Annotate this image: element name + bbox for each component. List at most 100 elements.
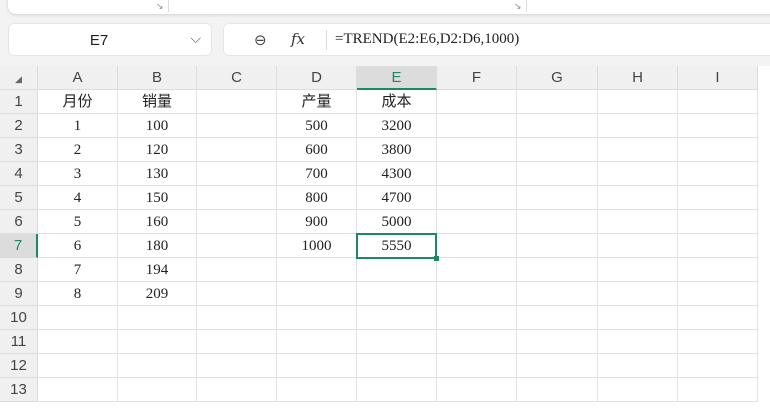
cell-E4[interactable]: 4300 xyxy=(357,162,437,186)
select-all-button[interactable]: ◢ xyxy=(0,66,38,90)
row-header-6[interactable]: 6 xyxy=(0,210,38,234)
column-header-H[interactable]: H xyxy=(598,66,678,90)
cell-A5[interactable]: 4 xyxy=(38,186,118,210)
cell-I12[interactable] xyxy=(678,354,758,378)
expand-icon[interactable]: ↘ xyxy=(514,1,522,12)
cell-D4[interactable]: 700 xyxy=(277,162,357,186)
cell-G4[interactable] xyxy=(517,162,598,186)
cell-H9[interactable] xyxy=(598,282,678,306)
cell-G11[interactable] xyxy=(517,330,598,354)
cell-B10[interactable] xyxy=(118,306,197,330)
cell-B3[interactable]: 120 xyxy=(118,138,197,162)
cell-C2[interactable] xyxy=(197,114,277,138)
cell-A6[interactable]: 5 xyxy=(38,210,118,234)
cell-G8[interactable] xyxy=(517,258,598,282)
cell-G13[interactable] xyxy=(517,378,598,402)
cell-B9[interactable]: 209 xyxy=(118,282,197,306)
cell-D13[interactable] xyxy=(277,378,357,402)
row-header-1[interactable]: 1 xyxy=(0,90,38,114)
cell-A12[interactable] xyxy=(38,354,118,378)
cell-F2[interactable] xyxy=(437,114,517,138)
cell-H7[interactable] xyxy=(598,234,678,258)
cell-E5[interactable]: 4700 xyxy=(357,186,437,210)
cell-I8[interactable] xyxy=(678,258,758,282)
cell-I1[interactable] xyxy=(678,90,758,114)
cell-B2[interactable]: 100 xyxy=(118,114,197,138)
column-header-E[interactable]: E xyxy=(357,66,437,90)
cell-F5[interactable] xyxy=(437,186,517,210)
cell-E8[interactable] xyxy=(357,258,437,282)
cell-H3[interactable] xyxy=(598,138,678,162)
cell-G5[interactable] xyxy=(517,186,598,210)
cell-D3[interactable]: 600 xyxy=(277,138,357,162)
cell-F3[interactable] xyxy=(437,138,517,162)
cell-B7[interactable]: 180 xyxy=(118,234,197,258)
cell-I6[interactable] xyxy=(678,210,758,234)
row-header-13[interactable]: 13 xyxy=(0,378,38,402)
cell-I7[interactable] xyxy=(678,234,758,258)
cell-E10[interactable] xyxy=(357,306,437,330)
cell-I13[interactable] xyxy=(678,378,758,402)
row-header-5[interactable]: 5 xyxy=(0,186,38,210)
cell-D9[interactable] xyxy=(277,282,357,306)
row-header-4[interactable]: 4 xyxy=(0,162,38,186)
cell-G12[interactable] xyxy=(517,354,598,378)
row-header-7[interactable]: 7 xyxy=(0,234,38,258)
cell-D6[interactable]: 900 xyxy=(277,210,357,234)
cell-F7[interactable] xyxy=(437,234,517,258)
cell-H6[interactable] xyxy=(598,210,678,234)
cell-C8[interactable] xyxy=(197,258,277,282)
cell-B4[interactable]: 130 xyxy=(118,162,197,186)
column-header-G[interactable]: G xyxy=(517,66,598,90)
cell-H2[interactable] xyxy=(598,114,678,138)
cell-D2[interactable]: 500 xyxy=(277,114,357,138)
cell-A10[interactable] xyxy=(38,306,118,330)
cell-I5[interactable] xyxy=(678,186,758,210)
cell-F13[interactable] xyxy=(437,378,517,402)
cell-D1[interactable]: 产量 xyxy=(277,90,357,114)
cell-I9[interactable] xyxy=(678,282,758,306)
cell-B8[interactable]: 194 xyxy=(118,258,197,282)
cell-E2[interactable]: 3200 xyxy=(357,114,437,138)
row-header-10[interactable]: 10 xyxy=(0,306,38,330)
column-header-C[interactable]: C xyxy=(197,66,277,90)
cell-C11[interactable] xyxy=(197,330,277,354)
fx-icon[interactable]: fx xyxy=(291,30,305,48)
cell-H12[interactable] xyxy=(598,354,678,378)
column-header-B[interactable]: B xyxy=(118,66,197,90)
cell-C4[interactable] xyxy=(197,162,277,186)
row-header-9[interactable]: 9 xyxy=(0,282,38,306)
cell-C10[interactable] xyxy=(197,306,277,330)
cell-F9[interactable] xyxy=(437,282,517,306)
cell-C3[interactable] xyxy=(197,138,277,162)
cell-C12[interactable] xyxy=(197,354,277,378)
cell-H8[interactable] xyxy=(598,258,678,282)
cell-H5[interactable] xyxy=(598,186,678,210)
cell-reference[interactable]: E7 xyxy=(9,32,189,49)
cell-C7[interactable] xyxy=(197,234,277,258)
cell-B11[interactable] xyxy=(118,330,197,354)
cell-B6[interactable]: 160 xyxy=(118,210,197,234)
cell-E3[interactable]: 3800 xyxy=(357,138,437,162)
cell-D7[interactable]: 1000 xyxy=(277,234,357,258)
cell-B5[interactable]: 150 xyxy=(118,186,197,210)
fill-handle[interactable] xyxy=(434,256,439,261)
cell-G7[interactable] xyxy=(517,234,598,258)
cell-A9[interactable]: 8 xyxy=(38,282,118,306)
cell-C6[interactable] xyxy=(197,210,277,234)
cell-A8[interactable]: 7 xyxy=(38,258,118,282)
cell-E11[interactable] xyxy=(357,330,437,354)
cell-E6[interactable]: 5000 xyxy=(357,210,437,234)
cell-F8[interactable] xyxy=(437,258,517,282)
cell-H10[interactable] xyxy=(598,306,678,330)
cell-C5[interactable] xyxy=(197,186,277,210)
row-header-11[interactable]: 11 xyxy=(0,330,38,354)
cell-G10[interactable] xyxy=(517,306,598,330)
cell-I11[interactable] xyxy=(678,330,758,354)
cell-D10[interactable] xyxy=(277,306,357,330)
cell-H11[interactable] xyxy=(598,330,678,354)
cell-C13[interactable] xyxy=(197,378,277,402)
cell-A13[interactable] xyxy=(38,378,118,402)
cell-G3[interactable] xyxy=(517,138,598,162)
cell-F12[interactable] xyxy=(437,354,517,378)
